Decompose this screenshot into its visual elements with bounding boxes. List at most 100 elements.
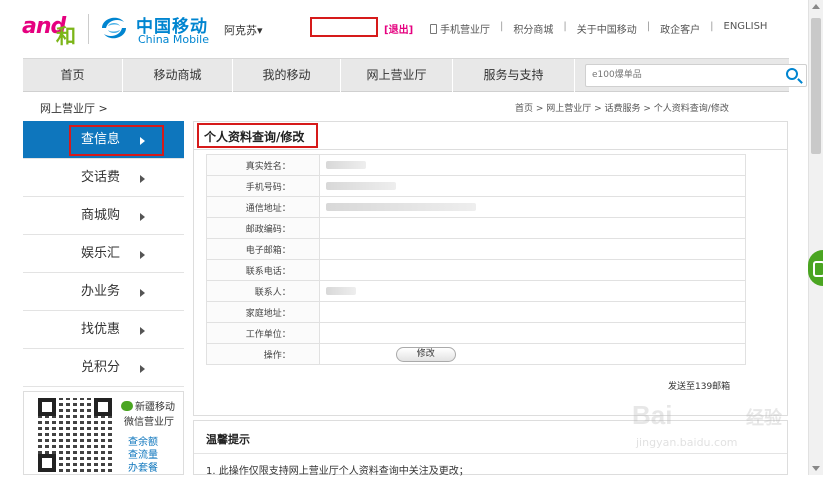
field-value-email (318, 238, 747, 260)
field-label: 联系人： (206, 280, 320, 302)
divider: | (710, 21, 714, 32)
scrollbar[interactable] (808, 0, 823, 475)
nav-item-service[interactable]: 服务与支持 (453, 59, 575, 92)
sidebar-item-business[interactable]: 办业务 (23, 273, 184, 311)
field-value-postcode (318, 217, 747, 239)
field-label: 手机号码： (206, 175, 320, 197)
field-value-workplace (318, 322, 747, 344)
field-label: 联系电话： (206, 259, 320, 281)
top-link-mobile-hall[interactable]: 手机营业厅 (430, 21, 490, 36)
field-value-contact-person (318, 280, 747, 302)
divider: | (563, 21, 567, 32)
field-label: 电子邮箱： (206, 238, 320, 260)
wechat-promo: 新疆移动 微信营业厅 查余额 查流量 办套餐 (23, 391, 184, 475)
sidebar-item-label: 交话费 (81, 170, 121, 185)
chevron-down-icon: ▾ (257, 24, 263, 37)
field-label: 通信地址： (206, 196, 320, 218)
table-row: 通信地址： (206, 196, 747, 218)
divider: | (500, 21, 504, 32)
table-row: 联系电话： (206, 259, 747, 281)
send-to-139-mail-link[interactable]: 发送至139邮箱 (668, 379, 730, 392)
sidebar-item-pay-bill[interactable]: 交话费 (23, 159, 184, 197)
section-breadcrumb: 网上营业厅 > (40, 102, 108, 115)
chevron-right-icon (140, 327, 145, 335)
qr-corner (38, 454, 56, 472)
city-selector[interactable]: 阿克苏▾ (224, 22, 263, 38)
panel-title-highlight (197, 123, 318, 148)
sidebar-item-points[interactable]: 兑积分 (23, 349, 184, 387)
top-link-points-mall[interactable]: 积分商城 (513, 21, 553, 36)
top-header: and 和 中国移动 China Mobile 阿克苏▾ [退出] 手机营业厅 … (0, 0, 823, 58)
divider: | (646, 21, 651, 32)
china-mobile-logo[interactable]: 中国移动 China Mobile (98, 10, 218, 48)
wechat-subtitle: 微信营业厅 (124, 417, 174, 428)
and-logo[interactable]: and 和 (22, 12, 82, 48)
field-value-contact-phone (318, 259, 747, 281)
scroll-down-icon[interactable] (812, 466, 820, 471)
sidebar-highlight-box (69, 125, 164, 156)
chevron-right-icon (140, 175, 145, 183)
logo-divider (88, 14, 89, 44)
table-row: 真实姓名： (206, 154, 747, 176)
sidebar-item-mall[interactable]: 商城购 (23, 197, 184, 235)
field-value-phone (318, 175, 747, 197)
chevron-right-icon (140, 251, 145, 259)
edit-button[interactable]: 修改 (395, 346, 456, 362)
wechat-title: 新疆移动 (135, 402, 175, 413)
table-row: 家庭地址： (206, 301, 747, 323)
chevron-right-icon (140, 365, 145, 373)
top-link-about[interactable]: 关于中国移动 (577, 21, 637, 36)
city-label: 阿克苏 (224, 24, 257, 37)
search-input[interactable] (592, 65, 772, 85)
watermark-jingyan: 经验 (746, 408, 782, 429)
qr-corner (38, 398, 56, 416)
profile-form: 真实姓名： 手机号码： 通信地址： 邮政编码： 电子邮箱： 联系电话： 联系人：… (206, 154, 747, 365)
sidebar-item-entertainment[interactable]: 娱乐汇 (23, 235, 184, 273)
breadcrumb[interactable]: 首页 > 网上营业厅 > 话费服务 > 个人资料查询/修改 (515, 101, 729, 114)
nav-item-mall[interactable]: 移动商城 (123, 59, 233, 92)
top-link-english[interactable]: ENGLISH (724, 21, 768, 36)
top-link-enterprise[interactable]: 政企客户 (660, 21, 700, 36)
sidebar-item-offers[interactable]: 找优惠 (23, 311, 184, 349)
search-box (585, 64, 807, 87)
table-row: 操作： 修改 (206, 343, 747, 365)
watermark-bai: Bai (632, 400, 673, 430)
table-row: 手机号码： (206, 175, 747, 197)
watermark-url: jingyan.baidu.com (636, 436, 738, 449)
sidebar-item-label: 兑积分 (81, 360, 121, 375)
redacted-value (325, 160, 366, 169)
china-mobile-swirl-icon (102, 17, 126, 39)
nav-item-home[interactable]: 首页 (23, 59, 123, 92)
field-label: 工作单位： (206, 322, 320, 344)
field-value-action: 修改 (318, 343, 747, 365)
table-row: 电子邮箱： (206, 238, 747, 260)
table-row: 联系人： (206, 280, 747, 302)
nav-item-my-mobile[interactable]: 我的移动 (233, 59, 341, 92)
scroll-thumb[interactable] (811, 18, 821, 154)
nav-item-online-hall[interactable]: 网上营业厅 (341, 59, 453, 92)
chevron-right-icon (140, 213, 145, 221)
field-label: 操作： (206, 343, 320, 365)
logout-link[interactable]: [退出] (384, 21, 413, 36)
main-nav: 首页 移动商城 我的移动 网上营业厅 服务与支持 (23, 58, 807, 92)
search-icon[interactable] (786, 68, 798, 80)
field-label: 真实姓名： (206, 154, 320, 176)
sidebar-item-label: 找优惠 (81, 322, 121, 337)
sidebar-item-label: 商城购 (81, 208, 121, 223)
table-row: 工作单位： (206, 322, 747, 344)
sidebar-item-label: 办业务 (81, 284, 121, 299)
scroll-up-icon[interactable] (812, 4, 820, 9)
wechat-icon (121, 401, 133, 411)
redacted-value (325, 286, 356, 295)
field-value-real-name (318, 154, 747, 176)
sidebar: 查信息 交话费 商城购 娱乐汇 办业务 找优惠 兑积分 (23, 121, 184, 387)
chevron-right-icon (140, 289, 145, 297)
phone-icon (430, 24, 437, 34)
top-links: 手机营业厅 | 积分商城 | 关于中国移动 | 政企客户 | ENGLISH (430, 21, 767, 36)
user-name-highlight[interactable] (310, 17, 378, 37)
wechat-link-plan[interactable]: 办套餐 (128, 459, 158, 474)
field-value-home-address (318, 301, 747, 323)
and-logo-he: 和 (56, 24, 76, 48)
field-label: 家庭地址： (206, 301, 320, 323)
qr-corner (94, 398, 112, 416)
